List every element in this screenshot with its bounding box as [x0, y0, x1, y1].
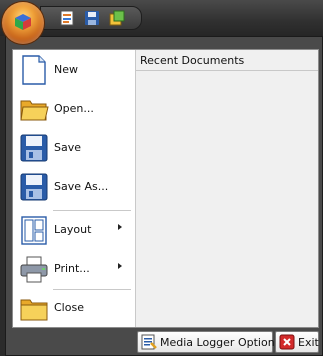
menu-item-open[interactable]: Open... [13, 90, 135, 128]
menu-item-save[interactable]: Save [13, 129, 135, 167]
menu-item-layout[interactable]: Layout [13, 211, 135, 249]
submenu-arrow-icon [118, 224, 122, 230]
save-icon[interactable] [84, 10, 100, 26]
quick-access-toolbar [40, 6, 142, 30]
close-folder-icon [19, 292, 49, 324]
save-icon [19, 132, 49, 164]
menu-item-new[interactable]: New [13, 51, 135, 89]
menu-commands: New Open... Save Save As... Layout Print… [13, 50, 136, 327]
sheet-icon[interactable] [59, 10, 75, 26]
options-icon [141, 334, 157, 350]
menu-item-label: Layout [54, 223, 92, 236]
app-logo-icon [15, 14, 31, 30]
application-menu-button[interactable] [2, 2, 44, 44]
recent-documents-title: Recent Documents [140, 54, 245, 67]
recent-documents-header: Recent Documents [136, 50, 318, 71]
menu-item-close[interactable]: Close [13, 289, 135, 327]
menu-item-print[interactable]: Print... [13, 250, 135, 288]
save-as-icon [19, 171, 49, 203]
menu-item-label: Close [54, 301, 84, 314]
menu-item-save-as[interactable]: Save As... [13, 168, 135, 206]
recent-documents-pane: Recent Documents [136, 50, 318, 327]
media-logger-options-button[interactable]: Media Logger Options [137, 331, 280, 353]
exit-button-label: Exit [298, 336, 319, 349]
application-menu: New Open... Save Save As... Layout Print… [5, 36, 323, 356]
exit-icon [279, 334, 295, 350]
submenu-arrow-icon [118, 263, 122, 269]
exit-button[interactable]: Exit [275, 331, 319, 353]
options-button-label: Media Logger Options [160, 336, 281, 349]
layout-icon [19, 214, 49, 246]
menu-item-label: Save [54, 141, 82, 154]
menu-item-label: Save As... [54, 180, 109, 193]
new-document-icon [19, 54, 49, 86]
menu-item-label: New [54, 63, 78, 76]
menu-item-label: Open... [54, 102, 94, 115]
menu-content: New Open... Save Save As... Layout Print… [12, 49, 319, 328]
open-folder-icon [19, 93, 49, 125]
cascade-icon[interactable] [109, 10, 125, 26]
printer-icon [19, 253, 49, 285]
menu-item-label: Print... [54, 262, 90, 275]
